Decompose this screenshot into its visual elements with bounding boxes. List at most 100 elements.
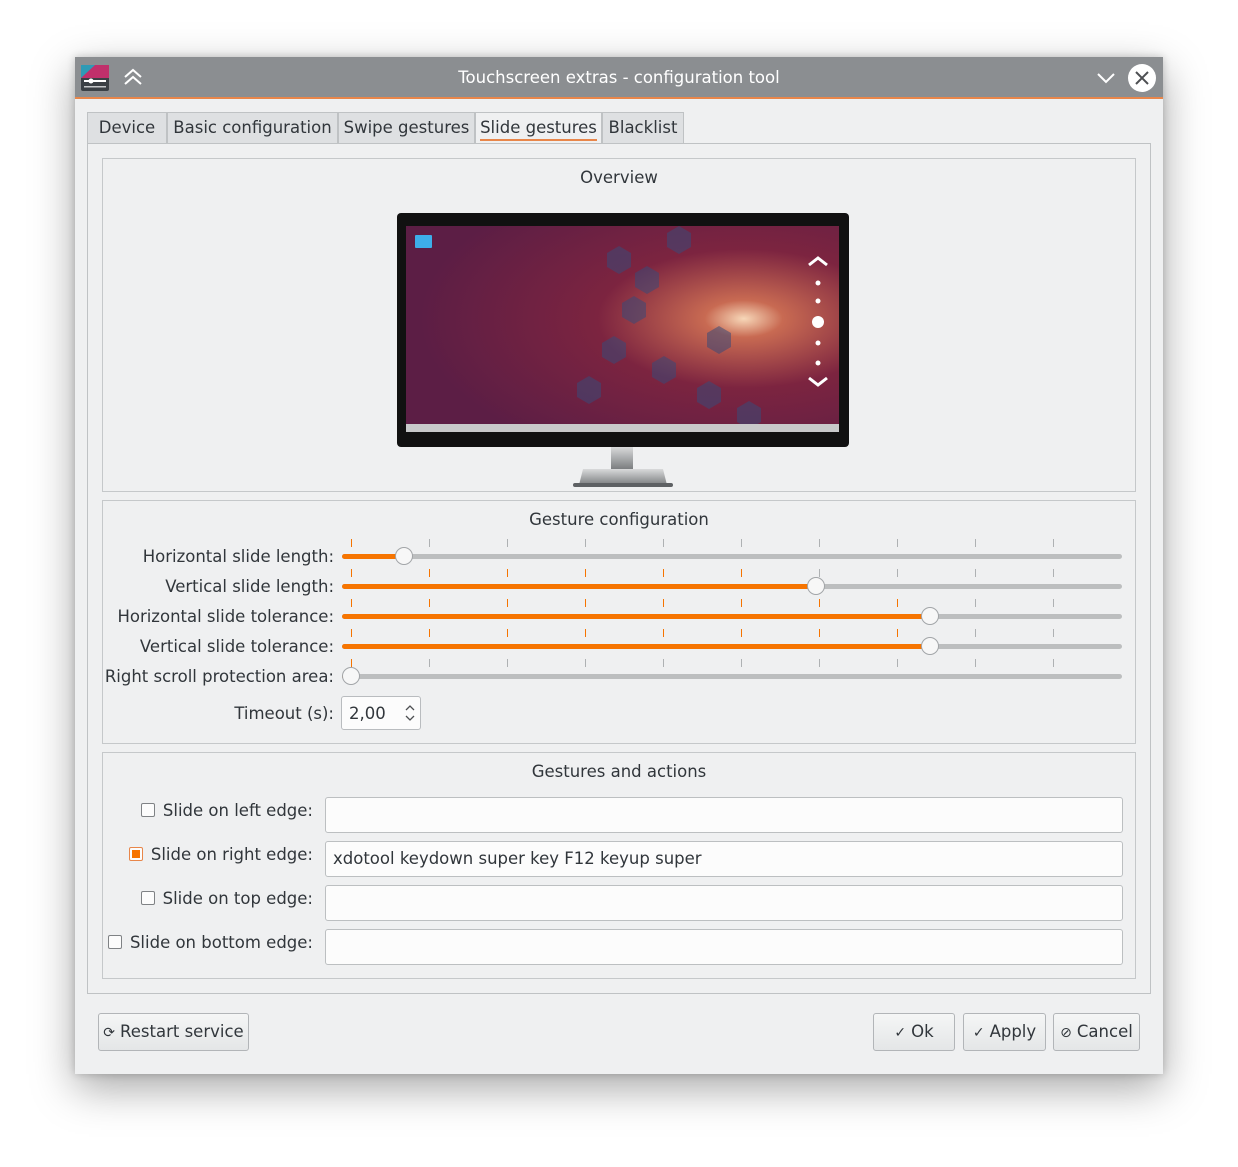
slider-tick <box>351 659 352 667</box>
slider-handle[interactable] <box>342 667 360 685</box>
slide-top-edge-checkbox[interactable]: Slide on top edge: <box>140 889 313 908</box>
restart-service-button[interactable]: ⟳ Restart service <box>98 1013 249 1051</box>
slider-handle[interactable] <box>806 577 825 595</box>
slider-handle[interactable] <box>921 607 940 625</box>
slider-tick <box>429 569 430 577</box>
slider-tick <box>897 539 898 547</box>
slider-tick <box>741 569 742 577</box>
cancel-button[interactable]: ⊘ Cancel <box>1053 1013 1140 1051</box>
timeout-label: Timeout (s): <box>234 704 334 723</box>
slide-bottom-edge-checkbox[interactable]: Slide on bottom edge: <box>107 933 313 952</box>
slider-tick <box>507 599 508 607</box>
checkbox-icon[interactable] <box>140 891 155 905</box>
slider-tick <box>429 539 430 547</box>
slide-right-edge-checkbox[interactable]: Slide on right edge: <box>128 845 313 864</box>
tab-blacklist[interactable]: Blacklist <box>602 112 684 143</box>
tab-swipe-gestures[interactable]: Swipe gestures <box>338 112 475 143</box>
slider-tick <box>585 629 586 637</box>
slider-tick <box>585 569 586 577</box>
spin-arrows-icon[interactable] <box>404 703 416 723</box>
slider-tick <box>897 659 898 667</box>
slider-tick <box>1053 539 1054 547</box>
horizontal-slide-length-slider[interactable] <box>342 539 1122 566</box>
horizontal-slide-tolerance-label: Horizontal slide tolerance: <box>117 607 334 626</box>
main-window: Touchscreen extras - configuration tool … <box>75 57 1163 1074</box>
slider-tick <box>663 599 664 607</box>
window-title: Touchscreen extras - configuration tool <box>458 68 780 87</box>
slide-bottom-edge-command-input[interactable] <box>325 929 1123 965</box>
slider-tick <box>507 569 508 577</box>
slider-tick <box>741 599 742 607</box>
slider-tick <box>663 629 664 637</box>
check-icon: ✓ <box>894 1025 907 1041</box>
horizontal-slide-tolerance-slider[interactable] <box>342 599 1122 626</box>
slider-tick <box>507 659 508 667</box>
slider-tick <box>819 659 820 667</box>
title-bar[interactable]: Touchscreen extras - configuration tool <box>75 57 1163 99</box>
checkbox-icon[interactable] <box>107 935 122 949</box>
slider-tick <box>507 539 508 547</box>
gestures-and-actions-title: Gestures and actions <box>531 762 707 781</box>
slider-tick <box>819 569 820 577</box>
ok-button[interactable]: ✓ Ok <box>873 1013 955 1051</box>
horizontal-slide-length-label: Horizontal slide length: <box>142 547 334 566</box>
checkbox-checked-icon[interactable] <box>128 847 143 861</box>
slider-tick <box>819 539 820 547</box>
close-button[interactable] <box>1128 64 1156 92</box>
slider-tick <box>429 599 430 607</box>
slider-tick <box>429 629 430 637</box>
chevron-down-icon[interactable] <box>1094 66 1118 90</box>
refresh-icon: ⟳ <box>103 1025 116 1041</box>
monitor-preview-image <box>397 213 849 487</box>
slide-left-edge-command-input[interactable] <box>325 797 1123 833</box>
vertical-slide-length-label: Vertical slide length: <box>165 577 334 596</box>
gesture-configuration-group: Gesture configuration Horizontal slide l… <box>102 500 1136 744</box>
tab-device[interactable]: Device <box>87 112 167 143</box>
slider-tick <box>585 659 586 667</box>
slider-tick <box>1053 569 1054 577</box>
slider-tick <box>1053 659 1054 667</box>
slider-tick <box>897 629 898 637</box>
slider-tick <box>819 599 820 607</box>
slide-right-edge-command-input[interactable]: xdotool keydown super key F12 keyup supe… <box>325 841 1123 877</box>
timeout-value: 2,00 <box>349 704 386 723</box>
gestures-and-actions-group: Gestures and actions Slide on left edge:… <box>102 752 1136 979</box>
slider-fill <box>342 584 816 589</box>
slider-handle[interactable] <box>395 547 414 565</box>
slider-tick <box>351 539 352 547</box>
right-scroll-protection-area-slider[interactable] <box>342 659 1122 686</box>
slider-tick <box>975 569 976 577</box>
vertical-slide-tolerance-label: Vertical slide tolerance: <box>139 637 334 656</box>
slider-tick <box>351 569 352 577</box>
slider-tick <box>819 629 820 637</box>
slider-tick <box>1053 599 1054 607</box>
overview-group: Overview <box>102 158 1136 492</box>
tab-basic-configuration[interactable]: Basic configuration <box>167 112 338 143</box>
apply-button[interactable]: ✓ Apply <box>963 1013 1046 1051</box>
tab-pane-slide-gestures: Overview Gesture configuration Horizonta… <box>87 143 1151 994</box>
gesture-configuration-title: Gesture configuration <box>529 510 709 529</box>
vertical-slide-length-slider[interactable] <box>342 569 1122 596</box>
slider-tick <box>897 569 898 577</box>
overview-title: Overview <box>580 168 658 187</box>
slider-groove <box>342 674 1122 679</box>
check-icon: ✓ <box>972 1025 985 1041</box>
slide-left-edge-checkbox[interactable]: Slide on left edge: <box>140 801 313 820</box>
right-scroll-protection-area-label: Right scroll protection area: <box>104 667 334 686</box>
slider-tick <box>663 659 664 667</box>
slider-tick <box>351 629 352 637</box>
slider-tick <box>663 569 664 577</box>
slider-tick <box>975 659 976 667</box>
checkbox-icon[interactable] <box>140 803 155 817</box>
slider-tick <box>1053 629 1054 637</box>
timeout-spinbox[interactable]: 2,00 <box>341 696 421 730</box>
slider-tick <box>741 539 742 547</box>
slider-tick <box>663 539 664 547</box>
slider-groove <box>342 554 1122 559</box>
slider-tick <box>351 599 352 607</box>
vertical-slide-tolerance-slider[interactable] <box>342 629 1122 656</box>
slider-handle[interactable] <box>921 637 940 655</box>
tab-slide-gestures[interactable]: Slide gestures <box>475 112 602 144</box>
slide-top-edge-command-input[interactable] <box>325 885 1123 921</box>
slider-tick <box>429 659 430 667</box>
